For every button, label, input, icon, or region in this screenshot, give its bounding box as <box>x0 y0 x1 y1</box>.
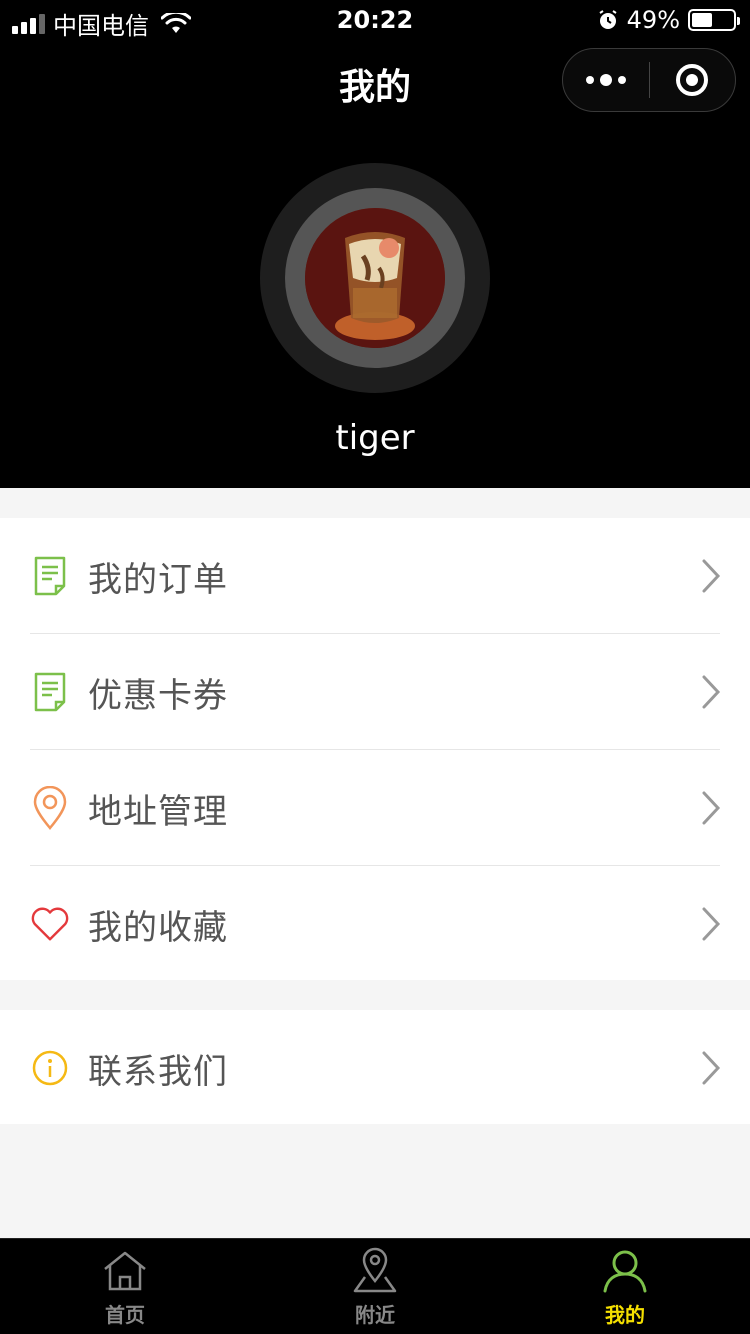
profile-header: tiger <box>0 120 750 488</box>
battery-icon <box>688 9 740 31</box>
target-close-icon <box>676 64 709 96</box>
menu-group-contact: 联系我们 <box>0 1010 750 1124</box>
more-dot-icon <box>599 74 612 86</box>
chevron-right-icon <box>702 559 721 593</box>
avatar[interactable] <box>305 208 445 348</box>
more-dot-icon <box>585 76 594 84</box>
tab-nearby[interactable]: 附近 <box>250 1239 500 1334</box>
username: tiger <box>335 418 415 458</box>
menu-item-label: 我的订单 <box>88 559 228 600</box>
info-icon <box>30 1048 70 1088</box>
menu-item-label: 联系我们 <box>88 1051 228 1092</box>
tab-bar: 首页 附近 我的 <box>0 1238 750 1334</box>
menu-group-main: 我的订单 优惠卡券 地址管理 我的收藏 <box>0 518 750 980</box>
menu-item-label: 优惠卡券 <box>88 675 228 716</box>
battery-percent: 49% <box>626 6 680 34</box>
alarm-icon <box>599 10 617 29</box>
document-icon <box>30 672 70 712</box>
more-button[interactable] <box>563 49 649 111</box>
tab-profile[interactable]: 我的 <box>500 1239 750 1334</box>
chevron-right-icon <box>702 675 721 709</box>
document-icon <box>30 556 70 596</box>
battery-fill <box>692 13 712 27</box>
map-pin-icon <box>353 1247 397 1293</box>
status-bar: 中国电信 20:22 49% <box>0 0 750 40</box>
chevron-right-icon <box>702 907 721 941</box>
menu-item-coupons[interactable]: 优惠卡券 <box>0 634 750 750</box>
location-pin-icon <box>30 786 70 830</box>
menu-item-label: 我的收藏 <box>88 907 228 948</box>
avatar-ring <box>260 163 490 393</box>
menu-item-favorites[interactable]: 我的收藏 <box>0 866 750 982</box>
more-dot-icon <box>617 76 626 84</box>
menu-item-address[interactable]: 地址管理 <box>0 750 750 866</box>
heart-icon <box>30 904 70 944</box>
menu-item-orders[interactable]: 我的订单 <box>0 518 750 634</box>
mini-program-capsule <box>562 48 736 112</box>
tab-label: 我的 <box>605 1303 645 1327</box>
nav-bar: 我的 <box>0 40 750 120</box>
avatar-image <box>305 208 445 348</box>
menu-item-contact[interactable]: 联系我们 <box>0 1010 750 1126</box>
tab-label: 附近 <box>355 1303 395 1327</box>
avatar-ring-inner <box>285 188 465 368</box>
chevron-right-icon <box>702 1051 721 1085</box>
menu-item-label: 地址管理 <box>88 791 228 832</box>
tab-home[interactable]: 首页 <box>0 1239 250 1334</box>
chevron-right-icon <box>702 791 721 825</box>
home-icon <box>104 1251 146 1291</box>
user-icon <box>603 1250 647 1293</box>
close-button[interactable] <box>650 49 736 111</box>
status-right: 49% <box>597 6 740 34</box>
tab-label: 首页 <box>105 1303 145 1327</box>
